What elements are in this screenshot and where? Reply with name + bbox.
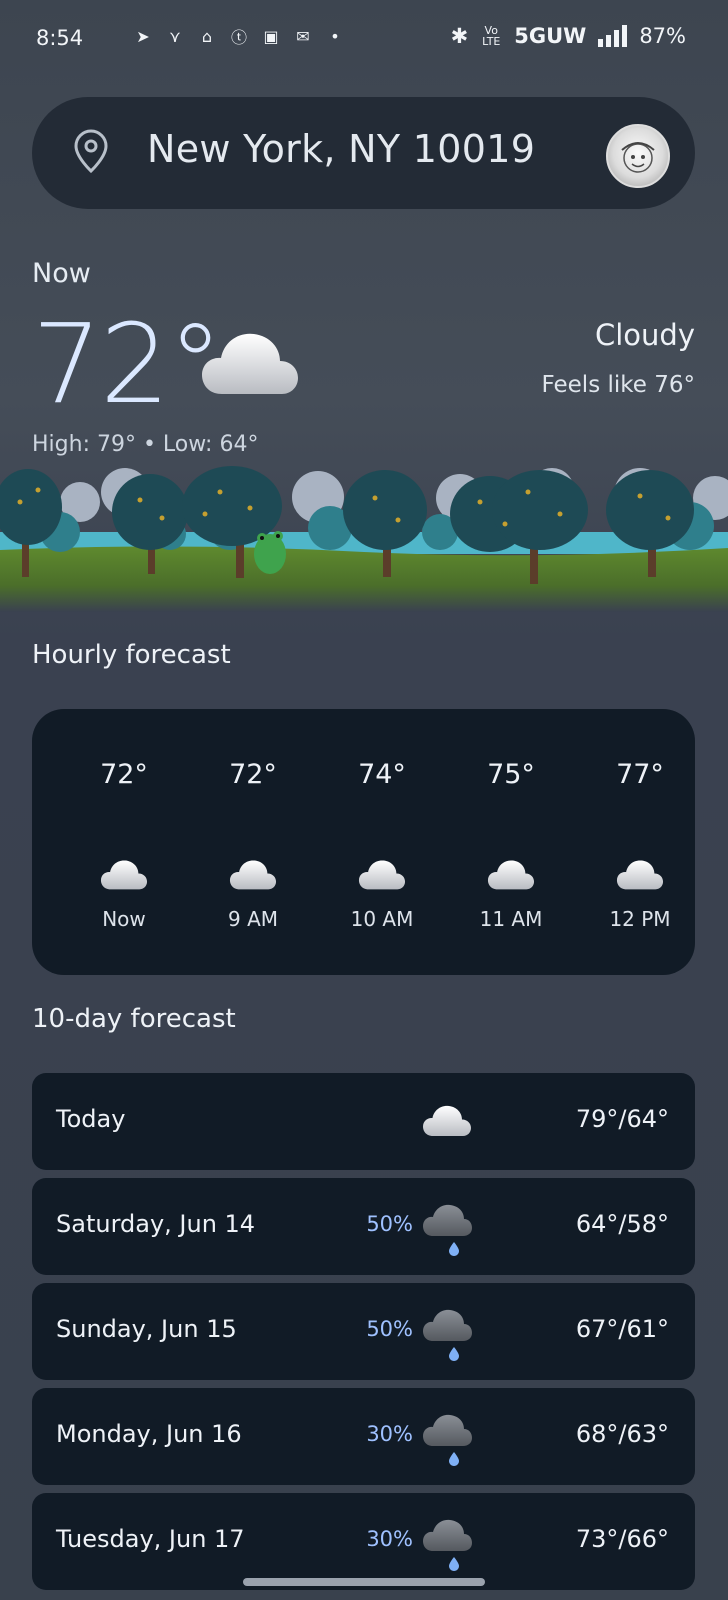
temp-range: 68°/63° (575, 1420, 669, 1448)
daily-row[interactable]: Saturday, Jun 14 50% 64°/58° (32, 1178, 695, 1275)
profile-sketch-icon (621, 142, 655, 173)
hourly-temp: 72° (100, 759, 148, 790)
hourly-time: 9 AM (227, 907, 279, 931)
now-label: Now (32, 258, 91, 289)
location-pin-icon (74, 129, 108, 173)
hourly-time: 10 AM (350, 907, 414, 931)
location-text[interactable]: New York, NY 10019 (147, 127, 535, 171)
day-name: Sunday, Jun 15 (56, 1315, 237, 1343)
cloud-icon (423, 1105, 471, 1136)
cloud-icon (100, 860, 148, 890)
home-indicator[interactable] (243, 1578, 485, 1586)
cloud-icon (229, 860, 277, 890)
hourly-temp: 77° (616, 759, 664, 790)
day-name: Monday, Jun 16 (56, 1420, 242, 1448)
bluetooth-icon: ✱ (450, 24, 469, 48)
rain-cloud-icon (423, 1414, 472, 1466)
hourly-time: Now (102, 907, 146, 931)
rain-cloud-icon (423, 1204, 472, 1256)
day-name: Tuesday, Jun 17 (56, 1525, 245, 1553)
tumblr-icon: ⓣ (230, 28, 247, 47)
daily-row[interactable]: Sunday, Jun 15 50% 67°/61° (32, 1283, 695, 1380)
condition-text: Cloudy (595, 318, 695, 352)
linkedin-icon: ▣ (263, 26, 279, 46)
hourly-forecast-title: Hourly forecast (32, 640, 231, 670)
volte-label: Vo LTE (482, 24, 501, 48)
day-name: Today (56, 1105, 126, 1133)
cloud-icon (202, 333, 298, 394)
hourly-forecast-card[interactable]: 72° Now 72° 9 AM 74° 10 AM 75° 11 AM 77°… (32, 709, 695, 975)
status-time: 8:54 (36, 26, 84, 50)
precip-chance: 30% (366, 1422, 413, 1446)
cloud-icon (358, 860, 406, 890)
daily-forecast-title: 10-day forecast (32, 1004, 236, 1034)
frog-character-icon (254, 531, 286, 574)
more-dot-icon: • (330, 26, 340, 46)
status-bar: 8:54 ➤ ⋎ ⌂ ⓣ ▣ ✉ • ✱ Vo LTE 5GUW 87% (36, 22, 686, 58)
notification-icons: ➤ ⋎ ⌂ ⓣ ▣ ✉ • (131, 24, 347, 48)
temp-range: 67°/61° (575, 1315, 669, 1343)
cloud-icon (616, 860, 664, 890)
feels-like-text: Feels like 76° (541, 372, 695, 398)
current-temperature: 72° (32, 300, 223, 428)
daily-row[interactable]: Tuesday, Jun 17 30% 73°/66° (32, 1493, 695, 1590)
verizon-icon: ⋎ (169, 26, 181, 46)
avatar[interactable] (606, 124, 670, 188)
battery-label: 87% (639, 24, 686, 48)
location-search-bar[interactable]: New York, NY 10019 (32, 97, 695, 209)
hourly-temp: 74° (358, 759, 406, 790)
precip-chance: 50% (366, 1212, 413, 1236)
hourly-temp: 72° (229, 759, 277, 790)
rain-cloud-icon (423, 1519, 472, 1571)
weather-illustration (0, 466, 728, 612)
temp-range: 79°/64° (575, 1105, 669, 1133)
day-name: Saturday, Jun 14 (56, 1210, 256, 1238)
hourly-time: 12 PM (609, 907, 671, 931)
precip-chance: 50% (366, 1317, 413, 1341)
temp-range: 73°/66° (575, 1525, 669, 1553)
daily-row[interactable]: Monday, Jun 16 30% 68°/63° (32, 1388, 695, 1485)
rain-cloud-icon (423, 1309, 472, 1361)
temp-range: 64°/58° (575, 1210, 669, 1238)
telegram-icon: ➤ (136, 26, 150, 46)
gmail-icon: ✉ (296, 26, 310, 46)
precip-chance: 30% (366, 1527, 413, 1551)
signal-icon (598, 25, 628, 47)
cloud-icon (487, 860, 535, 890)
hourly-time: 11 AM (479, 907, 543, 931)
network-label: 5GUW (514, 24, 587, 48)
hourly-temp: 75° (487, 759, 535, 790)
daily-row-today[interactable]: Today 79°/64° (32, 1073, 695, 1170)
high-low-text: High: 79° • Low: 64° (32, 432, 259, 457)
google-home-icon: ⌂ (201, 26, 213, 46)
